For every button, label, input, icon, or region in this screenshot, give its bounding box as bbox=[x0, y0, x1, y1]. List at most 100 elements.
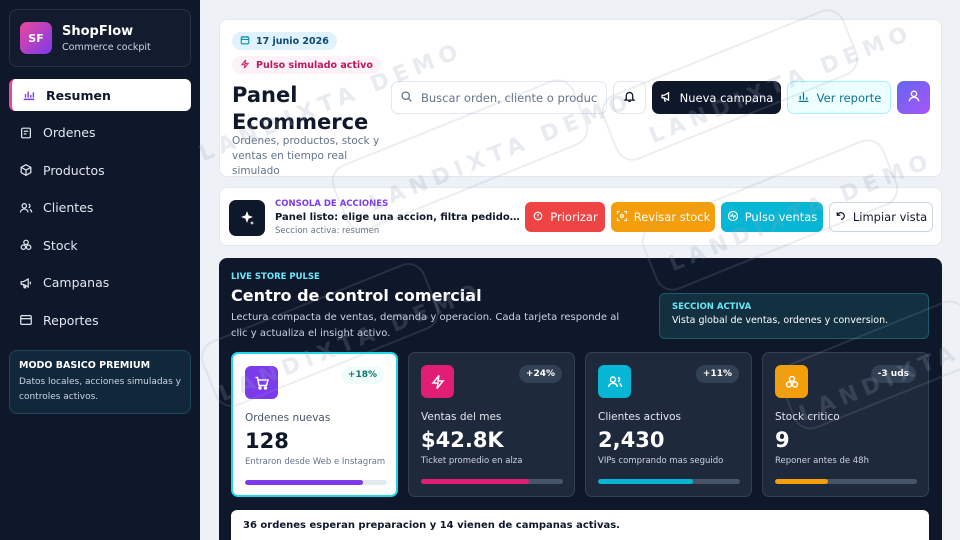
sidebar-item-productos[interactable]: Productos bbox=[9, 154, 191, 186]
kpi-progress-fill bbox=[245, 480, 363, 485]
pulse-footer-message: 36 ordenes esperan preparacion y 14 vien… bbox=[231, 510, 929, 540]
kpi-value: 9 bbox=[775, 428, 790, 452]
bolt-icon bbox=[240, 59, 250, 72]
sparkle-icon bbox=[229, 200, 265, 236]
search-icon bbox=[400, 88, 413, 107]
sidebar-item-label: Productos bbox=[43, 162, 105, 178]
pulse-section-title: Centro de control comercial bbox=[231, 286, 482, 305]
pulse-icon bbox=[727, 210, 739, 225]
sidebar-item-ordenes[interactable]: Ordenes bbox=[9, 117, 191, 149]
pulse-section-subtitle: Lectura compacta de ventas, demanda y op… bbox=[231, 312, 620, 339]
review-stock-button[interactable]: Revisar stock bbox=[611, 202, 715, 232]
reset-icon bbox=[835, 210, 847, 225]
kpi-note: Entraron desde Web e Instagram bbox=[245, 457, 386, 467]
prioritize-label: Priorizar bbox=[550, 210, 598, 224]
kpi-badge: -3 uds bbox=[870, 365, 916, 383]
kpi-progress-bar bbox=[775, 479, 917, 484]
box-icon bbox=[19, 163, 33, 177]
kpi-card-stock[interactable]: -3 uds Stock critico 9 Reponer antes de … bbox=[762, 352, 929, 497]
user-icon bbox=[907, 88, 921, 107]
bolt-icon bbox=[421, 365, 454, 398]
sidebar-item-label: Resumen bbox=[46, 87, 111, 103]
view-report-label: Ver reporte bbox=[816, 90, 882, 105]
notifications-button[interactable] bbox=[613, 81, 646, 114]
kpi-name: Ventas del mes bbox=[421, 411, 502, 423]
page-title: Panel Ecommerce bbox=[232, 83, 369, 134]
sidebar-item-label: Clientes bbox=[43, 200, 94, 215]
kpi-badge: +11% bbox=[695, 365, 739, 383]
kpi-progress-bar bbox=[421, 479, 563, 484]
sidebar-item-resumen[interactable]: Resumen bbox=[9, 79, 191, 111]
kpi-progress-bar bbox=[598, 479, 740, 484]
scan-icon bbox=[616, 210, 628, 225]
new-campaign-button[interactable]: Nueva campana bbox=[652, 81, 781, 114]
search-input[interactable] bbox=[421, 90, 598, 105]
action-console: CONSOLA DE ACCIONES Panel listo: elige u… bbox=[219, 187, 942, 246]
page-subtitle: Ordenes, productos, stock y ventas en ti… bbox=[232, 135, 380, 177]
kpi-name: Clientes activos bbox=[598, 411, 682, 423]
bell-icon bbox=[623, 88, 636, 107]
console-title: Panel listo: elige una accion, filtra pe… bbox=[275, 212, 520, 223]
sales-pulse-button[interactable]: Pulso ventas bbox=[721, 202, 823, 232]
clear-view-button[interactable]: Limpiar vista bbox=[829, 202, 933, 232]
kpi-value: $42.8K bbox=[421, 428, 504, 452]
sales-pulse-label: Pulso ventas bbox=[744, 210, 818, 224]
kpi-badge: +24% bbox=[518, 365, 562, 383]
cart-icon bbox=[245, 366, 278, 399]
prioritize-button[interactable]: Priorizar bbox=[525, 202, 605, 232]
sidebar-item-campanas[interactable]: Campanas bbox=[9, 267, 191, 299]
users-icon bbox=[598, 365, 631, 398]
kpi-badge: +18% bbox=[340, 366, 384, 384]
stack-icon bbox=[775, 365, 808, 398]
brand[interactable]: SF ShopFlow Commerce cockpit bbox=[9, 9, 191, 67]
kpi-name: Stock critico bbox=[775, 411, 840, 423]
sidebar-item-stock[interactable]: Stock bbox=[9, 229, 191, 261]
premium-title: MODO BASICO PREMIUM bbox=[19, 360, 151, 371]
kpi-name: Ordenes nuevas bbox=[245, 412, 331, 424]
console-section: Seccion activa: resumen bbox=[275, 226, 380, 236]
kpi-card-clientes[interactable]: +11% Clientes activos 2,430 VIPs compran… bbox=[585, 352, 752, 497]
pulse-section-label: LIVE STORE PULSE bbox=[231, 272, 320, 282]
review-stock-label: Revisar stock bbox=[633, 210, 711, 224]
active-section-title: SECCION ACTIVA bbox=[672, 302, 752, 312]
search-box[interactable] bbox=[391, 81, 607, 114]
sidebar-item-reportes[interactable]: Reportes bbox=[9, 304, 191, 336]
kpi-card-ventas[interactable]: +24% Ventas del mes $42.8K Ticket promed… bbox=[408, 352, 575, 497]
kpi-note: VIPs comprando mas seguido bbox=[598, 456, 724, 466]
sidebar-item-clientes[interactable]: Clientes bbox=[9, 192, 191, 224]
kpi-progress-fill bbox=[421, 479, 529, 484]
kpi-value: 128 bbox=[245, 429, 289, 453]
report-icon bbox=[19, 313, 33, 327]
calendar-icon bbox=[240, 35, 250, 48]
sidebar-item-label: Reportes bbox=[43, 312, 99, 328]
kpi-progress-fill bbox=[598, 479, 694, 484]
sidebar-nav: Resumen Ordenes Productos Clientes Stock… bbox=[9, 79, 191, 336]
pulse-text: Pulso simulado activo bbox=[256, 59, 373, 71]
view-report-button[interactable]: Ver reporte bbox=[787, 81, 891, 114]
user-avatar-button[interactable] bbox=[897, 81, 930, 114]
brand-logo: SF bbox=[20, 22, 52, 54]
date-pill: 17 junio 2026 bbox=[232, 32, 337, 50]
kpi-note: Ticket promedio en alza bbox=[421, 456, 523, 466]
pulse-pill: Pulso simulado activo bbox=[232, 56, 381, 74]
kpi-progress-fill bbox=[775, 479, 828, 484]
stack-icon bbox=[19, 238, 33, 252]
sidebar-item-label: Campanas bbox=[43, 275, 110, 290]
premium-card: MODO BASICO PREMIUM Datos locales, accio… bbox=[9, 350, 191, 414]
active-section-box: SECCION ACTIVA Vista global de ventas, o… bbox=[659, 293, 929, 339]
sidebar: SF ShopFlow Commerce cockpit Resumen Ord… bbox=[0, 0, 200, 540]
sidebar-item-label: Ordenes bbox=[43, 125, 96, 140]
orders-icon bbox=[19, 126, 33, 140]
brand-subtitle: Commerce cockpit bbox=[62, 41, 151, 53]
brand-name: ShopFlow bbox=[62, 23, 134, 39]
active-section-text: Vista global de ventas, ordenes y conver… bbox=[672, 315, 889, 326]
users-icon bbox=[19, 201, 33, 215]
alert-icon bbox=[532, 210, 544, 225]
clear-view-label: Limpiar vista bbox=[852, 210, 928, 224]
premium-text: Datos locales, acciones simuladas y cont… bbox=[19, 377, 181, 402]
kpi-card-ordenes[interactable]: +18% Ordenes nuevas 128 Entraron desde W… bbox=[231, 352, 398, 497]
header-card: 17 junio 2026 Pulso simulado activo Pane… bbox=[219, 19, 942, 177]
live-store-pulse: LIVE STORE PULSE Centro de control comer… bbox=[219, 258, 942, 540]
new-campaign-label: Nueva campana bbox=[679, 90, 774, 105]
kpi-note: Reponer antes de 48h bbox=[775, 456, 869, 466]
